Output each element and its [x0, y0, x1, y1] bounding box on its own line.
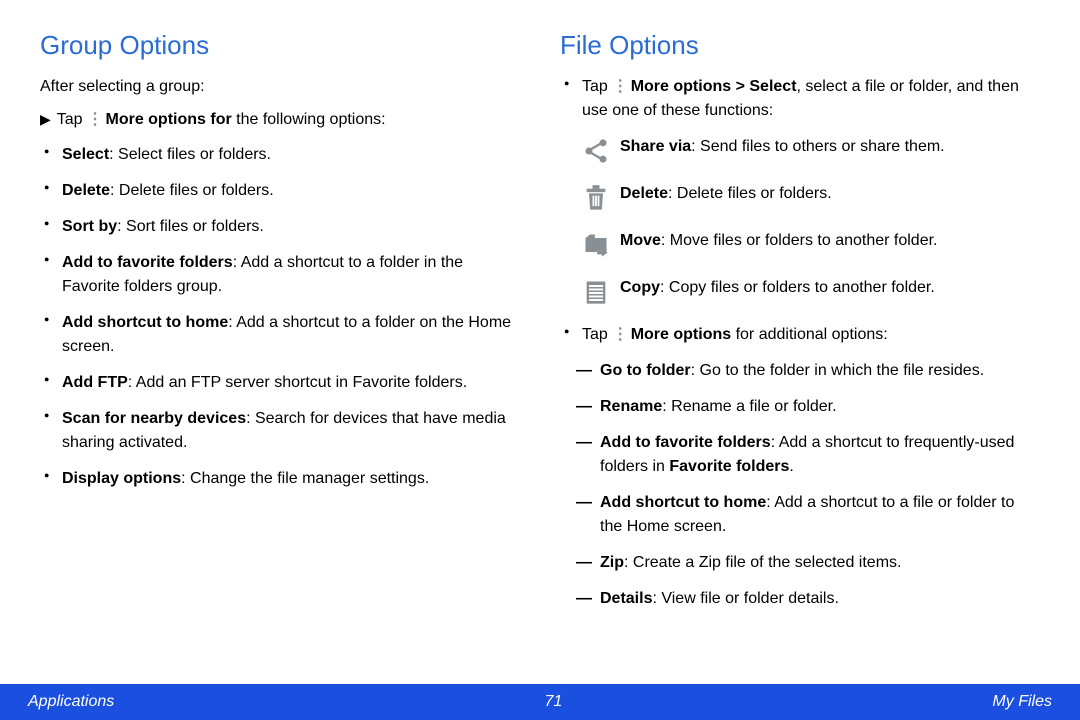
- triangle-icon: ▶: [40, 108, 51, 130]
- group-intro: After selecting a group:: [40, 75, 520, 98]
- list-item: Select: Select files or folders.: [62, 143, 520, 167]
- footer-bar: Applications 71 My Files: [0, 684, 1080, 720]
- list-item: Rename: Rename a file or folder.: [600, 395, 1040, 419]
- list-item: Add FTP: Add an FTP server shortcut in F…: [62, 371, 520, 395]
- list-item: Go to folder: Go to the folder in which …: [600, 359, 1040, 383]
- icon-row-delete: Delete: Delete files or folders.: [582, 182, 1040, 217]
- list-item: Details: View file or folder details.: [600, 587, 1040, 611]
- list-item: Delete: Delete files or folders.: [62, 179, 520, 203]
- list-item: Add to favorite folders: Add a shortcut …: [62, 251, 520, 299]
- right-column: File Options Tap ⋮ More options > Select…: [560, 30, 1040, 720]
- tap-more-options-text: Tap ⋮ More options for the following opt…: [57, 108, 386, 131]
- list-item: Zip: Create a Zip file of the selected i…: [600, 551, 1040, 575]
- more-options-icon: ⋮: [612, 326, 626, 343]
- trash-icon: [582, 184, 610, 217]
- list-item: Add shortcut to home: Add a shortcut to …: [600, 491, 1040, 539]
- copy-icon: [582, 278, 610, 311]
- list-item: Scan for nearby devices: Search for devi…: [62, 407, 520, 455]
- file-options-top-list: Tap ⋮ More options > Select, select a fi…: [560, 75, 1040, 123]
- left-column: Group Options After selecting a group: ▶…: [40, 30, 520, 720]
- more-options-icon: ⋮: [612, 78, 626, 95]
- share-icon: [582, 137, 610, 170]
- footer-left: Applications: [28, 693, 114, 711]
- heading-group-options: Group Options: [40, 30, 520, 61]
- list-item: Tap ⋮ More options for additional option…: [582, 323, 1040, 347]
- icon-row-text: Share via: Send files to others or share…: [620, 135, 945, 159]
- icon-row-move: Move: Move files or folders to another f…: [582, 229, 1040, 264]
- list-item: Display options: Change the file manager…: [62, 467, 520, 491]
- icon-row-share: Share via: Send files to others or share…: [582, 135, 1040, 170]
- list-item: Add to favorite folders: Add a shortcut …: [600, 431, 1040, 479]
- page: Group Options After selecting a group: ▶…: [0, 0, 1080, 720]
- additional-options-list: Go to folder: Go to the folder in which …: [560, 359, 1040, 611]
- icon-row-text: Move: Move files or folders to another f…: [620, 229, 938, 253]
- icon-row-text: Copy: Copy files or folders to another f…: [620, 276, 935, 300]
- list-item: Tap ⋮ More options > Select, select a fi…: [582, 75, 1040, 123]
- more-options-icon: ⋮: [87, 111, 101, 128]
- move-icon: [582, 231, 610, 264]
- list-item: Sort by: Sort files or folders.: [62, 215, 520, 239]
- icon-row-copy: Copy: Copy files or folders to another f…: [582, 276, 1040, 311]
- icon-row-text: Delete: Delete files or folders.: [620, 182, 832, 206]
- file-options-more-list: Tap ⋮ More options for additional option…: [560, 323, 1040, 347]
- footer-right: My Files: [992, 693, 1052, 711]
- tap-more-options-row: ▶ Tap ⋮ More options for the following o…: [40, 108, 520, 131]
- footer-page-number: 71: [544, 693, 562, 711]
- heading-file-options: File Options: [560, 30, 1040, 61]
- group-options-list: Select: Select files or folders. Delete:…: [40, 143, 520, 491]
- list-item: Add shortcut to home: Add a shortcut to …: [62, 311, 520, 359]
